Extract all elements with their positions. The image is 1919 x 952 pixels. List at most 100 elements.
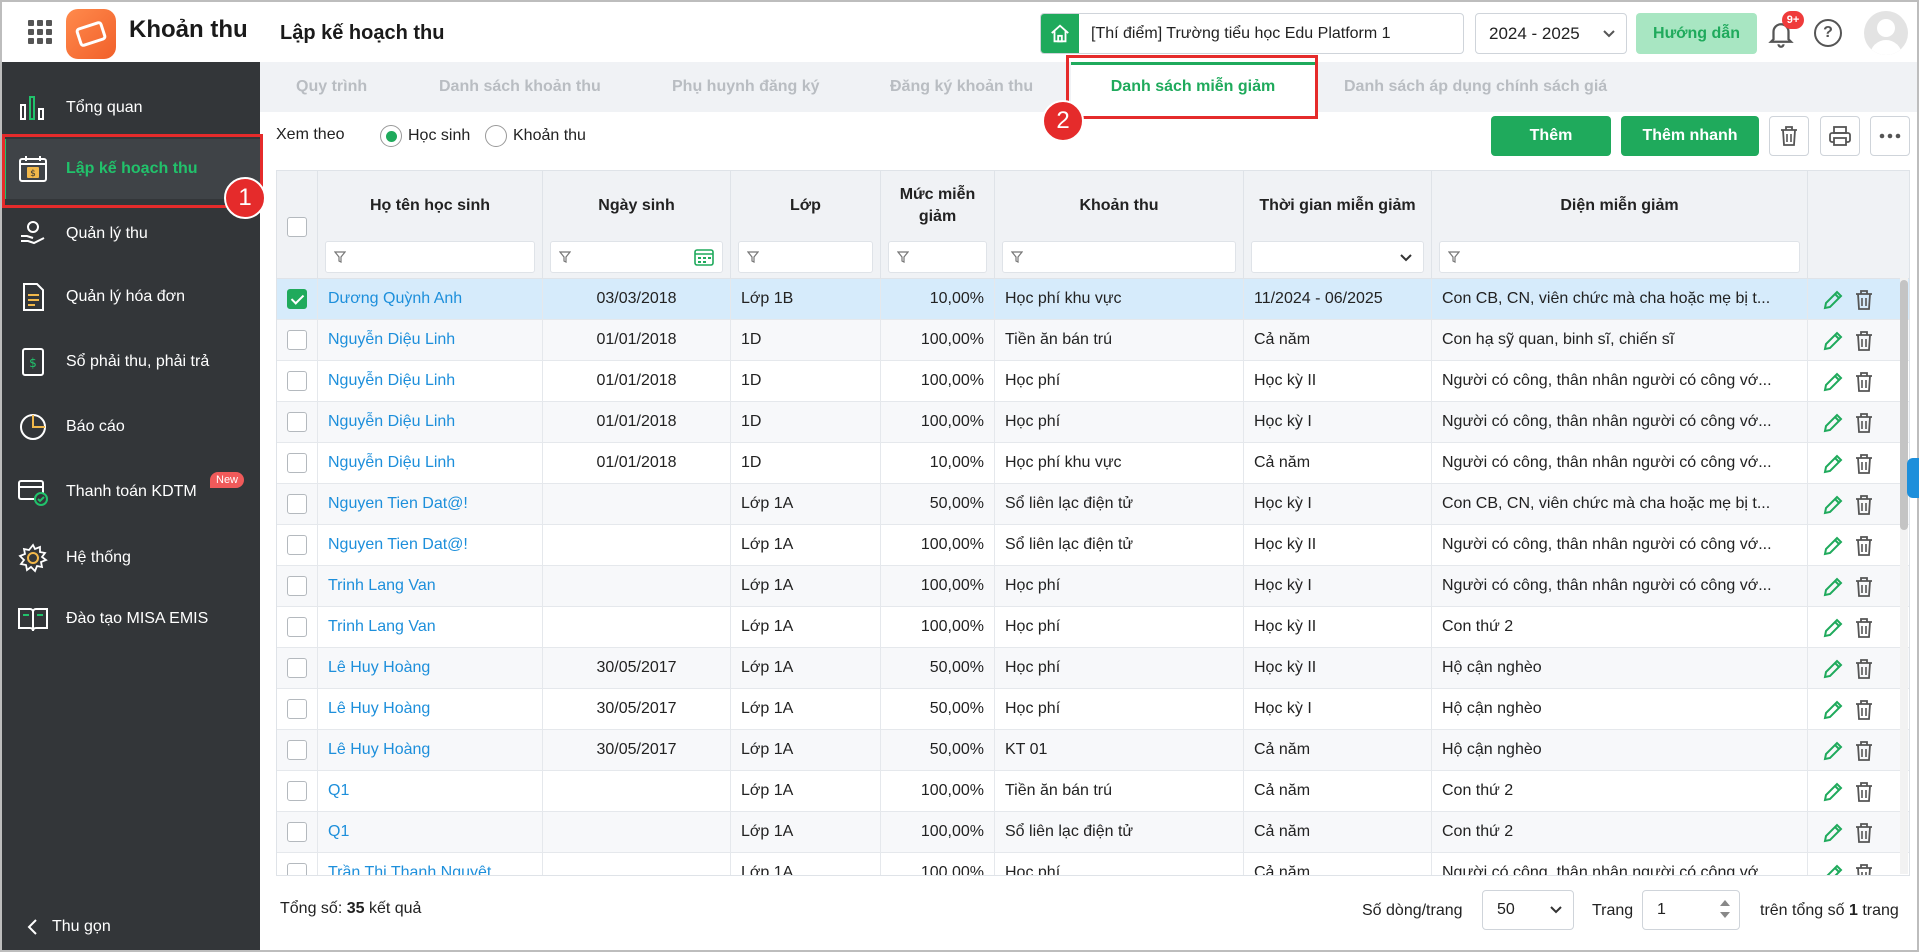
table-row[interactable]: Q1 Lớp 1A 100,00% Tiền ăn bán trú Cả năm Con … bbox=[277, 771, 1909, 812]
home-icon[interactable] bbox=[1041, 14, 1079, 53]
trash-icon[interactable] bbox=[1854, 494, 1874, 516]
row-checkbox[interactable] bbox=[287, 617, 307, 637]
trash-icon[interactable] bbox=[1854, 658, 1874, 680]
edit-pencil-icon[interactable] bbox=[1822, 535, 1844, 557]
trash-icon[interactable] bbox=[1854, 781, 1874, 803]
tab-price-policy-list[interactable]: Danh sách áp dụng chính sách giá bbox=[1344, 62, 1607, 112]
row-checkbox[interactable] bbox=[287, 494, 307, 514]
radio-student[interactable]: Học sinh bbox=[380, 125, 470, 147]
filter-discount-category[interactable] bbox=[1439, 241, 1800, 273]
cell-student-name[interactable]: Nguyễn Diệu Linh bbox=[318, 361, 543, 402]
cell-student-name[interactable]: Nguyen Tien Dat@! bbox=[318, 525, 543, 566]
trash-icon[interactable] bbox=[1854, 535, 1874, 557]
edit-pencil-icon[interactable] bbox=[1822, 658, 1844, 680]
help-icon[interactable]: ? bbox=[1814, 19, 1842, 47]
filter-dob[interactable] bbox=[550, 241, 723, 273]
row-checkbox[interactable] bbox=[287, 535, 307, 555]
edit-pencil-icon[interactable] bbox=[1822, 699, 1844, 721]
edit-pencil-icon[interactable] bbox=[1822, 330, 1844, 352]
cell-student-name[interactable]: Nguyễn Diệu Linh bbox=[318, 402, 543, 443]
delete-selected-button[interactable] bbox=[1769, 116, 1809, 156]
cell-student-name[interactable]: Nguyễn Diệu Linh bbox=[318, 320, 543, 361]
sidebar-item-report[interactable]: Báo cáo bbox=[2, 397, 260, 457]
row-checkbox[interactable] bbox=[287, 453, 307, 473]
school-year-select[interactable]: 2024 - 2025 bbox=[1475, 13, 1627, 54]
trash-icon[interactable] bbox=[1854, 863, 1874, 877]
print-button[interactable] bbox=[1820, 116, 1860, 156]
row-checkbox[interactable] bbox=[287, 412, 307, 432]
table-row[interactable]: Nguyễn Diệu Linh 01/01/2018 1D 10,00% Học ph… bbox=[277, 443, 1909, 484]
edit-pencil-icon[interactable] bbox=[1822, 617, 1844, 639]
cell-student-name[interactable]: Lê Huy Hoàng bbox=[318, 689, 543, 730]
trash-icon[interactable] bbox=[1854, 699, 1874, 721]
row-checkbox[interactable] bbox=[287, 822, 307, 842]
trash-icon[interactable] bbox=[1854, 576, 1874, 598]
trash-icon[interactable] bbox=[1854, 371, 1874, 393]
table-row[interactable]: Trinh Lang Van Lớp 1A 100,00% Học phí Học kỳ… bbox=[277, 607, 1909, 648]
table-row[interactable]: Dương Quỳnh Anh 03/03/2018 Lớp 1B 10,00% Học… bbox=[277, 279, 1909, 320]
row-checkbox[interactable] bbox=[287, 781, 307, 801]
cell-student-name[interactable]: Trần Thị Thanh Nguyệt bbox=[318, 853, 543, 875]
edit-pencil-icon[interactable] bbox=[1822, 494, 1844, 516]
select-all-checkbox[interactable] bbox=[287, 217, 307, 237]
edit-pencil-icon[interactable] bbox=[1822, 781, 1844, 803]
cell-student-name[interactable]: Dương Quỳnh Anh bbox=[318, 279, 543, 320]
row-checkbox[interactable] bbox=[287, 699, 307, 719]
filter-fee[interactable] bbox=[1002, 241, 1236, 273]
trash-icon[interactable] bbox=[1854, 453, 1874, 475]
tab-process[interactable]: Quy trình bbox=[296, 62, 367, 112]
edit-pencil-icon[interactable] bbox=[1822, 740, 1844, 762]
sidebar-item-ledger[interactable]: $ Sổ phải thu, phải trả bbox=[2, 332, 260, 392]
table-row[interactable]: Lê Huy Hoàng 30/05/2017 Lớp 1A 50,00% KT 01 C… bbox=[277, 730, 1909, 771]
row-checkbox[interactable] bbox=[287, 863, 307, 875]
table-row[interactable]: Nguyễn Diệu Linh 01/01/2018 1D 100,00% Học p… bbox=[277, 361, 1909, 402]
tab-fee-register[interactable]: Đăng ký khoản thu bbox=[890, 62, 1033, 112]
trash-icon[interactable] bbox=[1854, 617, 1874, 639]
table-row[interactable]: Nguyễn Diệu Linh 01/01/2018 1D 100,00% Tiền … bbox=[277, 320, 1909, 361]
filter-class[interactable] bbox=[738, 241, 873, 273]
trash-icon[interactable] bbox=[1854, 412, 1874, 434]
edit-pencil-icon[interactable] bbox=[1822, 576, 1844, 598]
cell-student-name[interactable]: Q1 bbox=[318, 771, 543, 812]
table-row[interactable]: Trần Thị Thanh Nguyệt Lớp 1A 100,00% Học ph… bbox=[277, 853, 1909, 877]
table-row[interactable]: Lê Huy Hoàng 30/05/2017 Lớp 1A 50,00% Học ph… bbox=[277, 648, 1909, 689]
row-checkbox[interactable] bbox=[287, 330, 307, 350]
filter-student-name[interactable] bbox=[325, 241, 535, 273]
table-row[interactable]: Nguyen Tien Dat@! Lớp 1A 100,00% Sổ liên lạ… bbox=[277, 525, 1909, 566]
cell-student-name[interactable]: Trinh Lang Van bbox=[318, 607, 543, 648]
page-spinner[interactable] bbox=[1719, 899, 1731, 919]
add-button[interactable]: Thêm bbox=[1491, 116, 1611, 156]
more-options-button[interactable] bbox=[1870, 116, 1910, 156]
avatar[interactable] bbox=[1864, 11, 1908, 55]
sidebar-item-overview[interactable]: Tổng quan bbox=[2, 78, 260, 138]
guide-button[interactable]: Hướng dẫn bbox=[1636, 13, 1757, 54]
caret-down-icon[interactable] bbox=[1719, 911, 1731, 919]
sidebar-item-system[interactable]: Hệ thống bbox=[2, 528, 260, 588]
sidebar-item-kdtm[interactable]: Thanh toán KDTM New bbox=[2, 462, 260, 522]
edit-pencil-icon[interactable] bbox=[1822, 863, 1844, 877]
cell-student-name[interactable]: Q1 bbox=[318, 812, 543, 853]
row-checkbox[interactable] bbox=[287, 289, 307, 309]
sidebar-item-training[interactable]: Đào tạo MISA EMIS bbox=[2, 589, 260, 649]
table-scrollbar[interactable] bbox=[1900, 278, 1908, 874]
table-row[interactable]: Trinh Lang Van Lớp 1A 100,00% Học phí Học kỳ… bbox=[277, 566, 1909, 607]
trash-icon[interactable] bbox=[1854, 330, 1874, 352]
edit-pencil-icon[interactable] bbox=[1822, 412, 1844, 434]
cell-student-name[interactable]: Nguyen Tien Dat@! bbox=[318, 484, 543, 525]
row-checkbox[interactable] bbox=[287, 576, 307, 596]
rows-per-page-select[interactable]: 50 bbox=[1482, 890, 1574, 930]
school-selector[interactable]: [Thí điểm] Trường tiểu học Edu Platform … bbox=[1040, 13, 1464, 54]
edit-pencil-icon[interactable] bbox=[1822, 822, 1844, 844]
filter-discount-rate[interactable] bbox=[888, 241, 987, 273]
cell-student-name[interactable]: Nguyễn Diệu Linh bbox=[318, 443, 543, 484]
row-checkbox[interactable] bbox=[287, 740, 307, 760]
cell-student-name[interactable]: Lê Huy Hoàng bbox=[318, 648, 543, 689]
page-number-input[interactable]: 1 bbox=[1642, 890, 1740, 930]
sidebar-item-collect[interactable]: Quản lý thu bbox=[2, 204, 260, 264]
quick-add-button[interactable]: Thêm nhanh bbox=[1621, 116, 1759, 156]
calendar-icon[interactable] bbox=[694, 248, 714, 266]
tab-fee-list[interactable]: Danh sách khoản thu bbox=[439, 62, 601, 112]
row-checkbox[interactable] bbox=[287, 371, 307, 391]
row-checkbox[interactable] bbox=[287, 658, 307, 678]
sidebar-item-invoice[interactable]: Quản lý hóa đơn bbox=[2, 267, 260, 327]
